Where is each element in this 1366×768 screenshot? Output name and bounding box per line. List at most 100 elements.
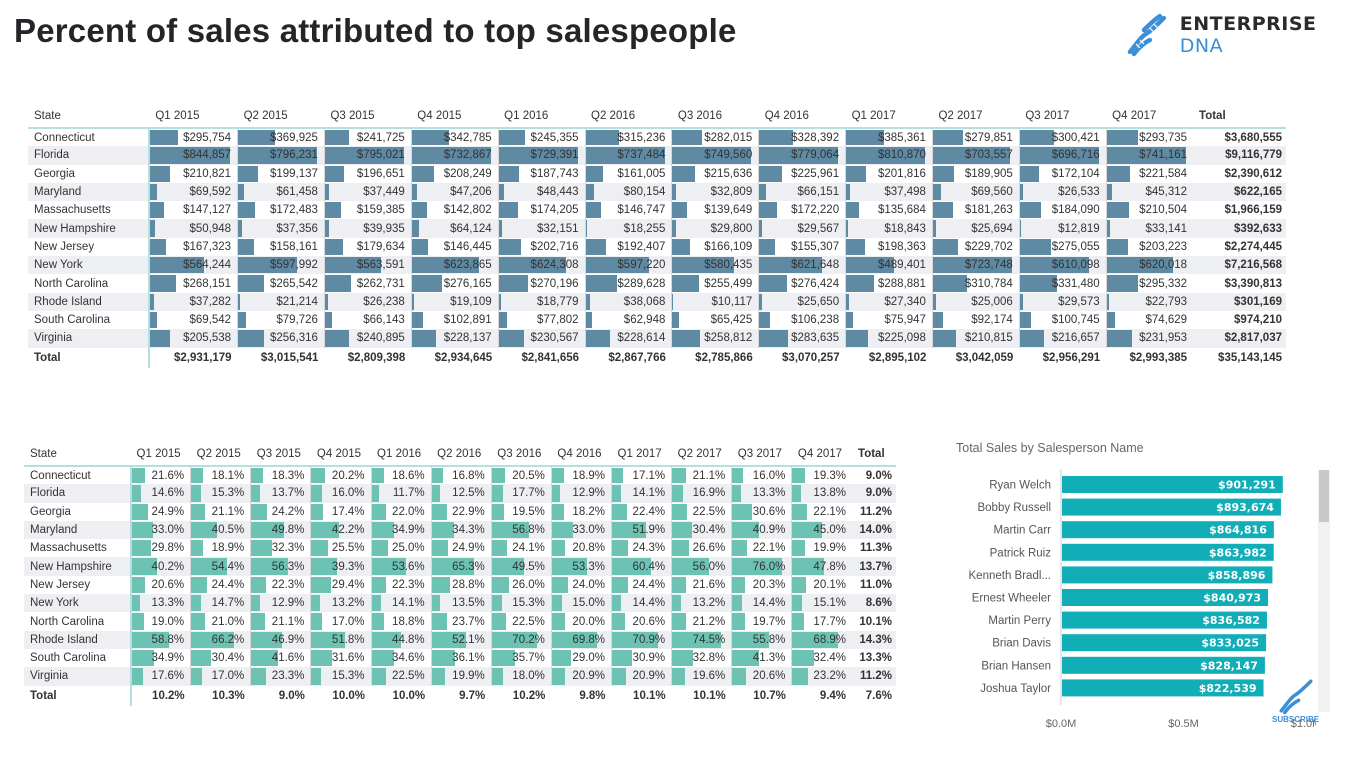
data-bar: [131, 521, 153, 539]
column-header[interactable]: Q2 2017: [672, 442, 732, 466]
value-cell: $300,421: [1018, 128, 1107, 147]
column-header[interactable]: Q3 2015: [324, 104, 411, 128]
table-row[interactable]: Virginia $205,538 $256,316 $240,895 $228,137…: [28, 329, 1286, 348]
cell-value: 65.3%: [452, 560, 485, 573]
table-row[interactable]: Georgia $210,821 $199,137 $196,651 $208,249 $…: [28, 164, 1286, 183]
cell-value: $10,117: [711, 295, 753, 308]
subscribe-button[interactable]: SUBSCRIBE: [1272, 676, 1319, 724]
column-header[interactable]: Q2 2017: [932, 104, 1019, 128]
cell-value: 51.8%: [331, 633, 365, 646]
column-header[interactable]: Q4 2016: [551, 442, 611, 466]
table-row[interactable]: Rhode Island $37,282 $21,214 $26,238 $19,109…: [28, 292, 1286, 311]
cell-value: 47.8%: [813, 560, 847, 573]
data-bar: [612, 649, 633, 667]
table-row[interactable]: South Carolina $69,542 $79,726 $66,143 $102,…: [28, 310, 1286, 330]
column-header[interactable]: Q3 2017: [1019, 104, 1106, 128]
value-cell: $489,401: [845, 256, 933, 275]
column-header[interactable]: Q4 2017: [1106, 104, 1193, 128]
table-row[interactable]: New Jersey $167,323 $158,161 $179,634 $146,4…: [28, 237, 1286, 257]
cell-value: $142,802: [443, 204, 492, 217]
table-row[interactable]: New York 13.3% 14.7% 12.9% 13.2% 14.1% 13.5% 15…: [24, 594, 896, 613]
table-row[interactable]: New Hampshire 40.2% 54.4% 56.3% 39.3% 53.6% 65…: [24, 557, 896, 576]
cell-value: 49.8%: [271, 524, 305, 537]
table-row[interactable]: Florida $844,857 $796,231 $795,021 $732,867 $…: [28, 146, 1286, 165]
table-row[interactable]: Connecticut $295,754 $369,925 $241,725 $342,…: [28, 128, 1286, 147]
column-header[interactable]: Q4 2017: [792, 442, 852, 466]
value-cell: 14.6%: [130, 484, 191, 503]
column-header[interactable]: Total: [852, 442, 896, 466]
table-row[interactable]: Virginia 17.6% 17.0% 23.3% 15.3% 22.5% 19.9% 18…: [24, 667, 896, 686]
cell-value: $225,961: [791, 167, 840, 180]
column-header-state[interactable]: State: [28, 104, 149, 128]
column-header[interactable]: Q3 2016: [672, 104, 759, 128]
data-bar: [251, 576, 266, 594]
cell-value: 29.4%: [331, 578, 365, 591]
value-cell: $597,992: [237, 256, 325, 275]
value-cell: $18,843: [845, 219, 933, 238]
column-header[interactable]: Q1 2015: [149, 104, 237, 128]
column-header[interactable]: Q1 2016: [498, 104, 585, 128]
value-cell: $696,716: [1018, 146, 1107, 165]
cell-value: 56.8%: [512, 524, 545, 537]
column-header[interactable]: Q1 2016: [371, 442, 431, 466]
data-bar: [431, 595, 441, 612]
value-cell: 68.9%: [791, 630, 853, 649]
cell-value: 13.8%: [813, 487, 847, 500]
cell-value: 17.0%: [211, 670, 245, 683]
cell-value: $844,857: [183, 149, 232, 162]
cell-value: $369,925: [269, 131, 318, 144]
table-row[interactable]: New York $564,244 $597,992 $563,591 $623,865…: [28, 256, 1286, 275]
table-row[interactable]: Connecticut 21.6% 18.1% 18.3% 20.2% 18.6% 16.8…: [24, 466, 896, 485]
column-header[interactable]: Q1 2017: [612, 442, 672, 466]
column-total: $2,934,645: [411, 347, 499, 368]
column-header[interactable]: Q3 2015: [251, 442, 311, 466]
column-header[interactable]: Q2 2015: [191, 442, 251, 466]
grand-total: 7.6%: [852, 685, 896, 706]
table-row[interactable]: South Carolina 34.9% 30.4% 41.6% 31.6% 34.6% 3…: [24, 648, 896, 668]
column-header[interactable]: Q1 2015: [131, 442, 191, 466]
value-cell: $79,726: [237, 310, 325, 330]
value-cell: 15.3%: [310, 667, 372, 686]
column-header-state[interactable]: State: [24, 442, 131, 466]
data-bar: [491, 503, 505, 520]
column-header[interactable]: Q2 2016: [431, 442, 491, 466]
column-header[interactable]: Total: [1193, 104, 1286, 128]
table-row[interactable]: Massachusetts 29.8% 18.9% 32.3% 25.5% 25.0% 24…: [24, 539, 896, 558]
cell-value: $265,542: [269, 277, 318, 290]
cell-value: $102,891: [443, 314, 492, 327]
data-bar: [672, 576, 687, 594]
value-cell: $215,636: [671, 164, 759, 183]
table-row[interactable]: Rhode Island 58.8% 66.2% 46.9% 51.8% 44.8% 52.…: [24, 630, 896, 649]
column-header[interactable]: Q2 2016: [585, 104, 672, 128]
column-header[interactable]: Q3 2017: [732, 442, 792, 466]
value-cell: $210,504: [1105, 201, 1194, 220]
category-label: Brian Davis: [992, 638, 1051, 650]
table-row[interactable]: Georgia 24.9% 21.1% 24.2% 17.4% 22.0% 22.9% 19.…: [24, 502, 896, 521]
table-row[interactable]: Massachusetts $147,127 $172,483 $159,385 $14…: [28, 201, 1286, 220]
table-row[interactable]: North Carolina $268,151 $265,542 $262,731 $2…: [28, 274, 1286, 293]
table-row[interactable]: Florida 14.6% 15.3% 13.7% 16.0% 11.7% 12.5% 17.…: [24, 484, 896, 503]
column-header[interactable]: Q4 2016: [759, 104, 846, 128]
cell-value: $21,214: [276, 295, 318, 308]
column-header[interactable]: Q4 2015: [311, 442, 371, 466]
column-header[interactable]: Q4 2015: [411, 104, 498, 128]
table-row[interactable]: New Jersey 20.6% 24.4% 22.3% 29.4% 22.3% 28.8%…: [24, 575, 896, 595]
table-row[interactable]: New Hampshire $50,948 $37,356 $39,935 $64,12…: [28, 219, 1286, 238]
value-cell: $203,223: [1105, 237, 1194, 257]
data-bar: [846, 293, 849, 310]
state-name: Georgia: [24, 502, 132, 521]
column-header[interactable]: Q2 2015: [238, 104, 325, 128]
data-bar: [846, 165, 866, 182]
column-header[interactable]: Q1 2017: [846, 104, 933, 128]
scrollbar-thumb[interactable]: [1319, 470, 1329, 522]
column-header[interactable]: Q3 2016: [491, 442, 551, 466]
cell-value: $293,735: [1139, 131, 1188, 144]
table-row[interactable]: North Carolina 19.0% 21.0% 21.1% 17.0% 18.8% 2…: [24, 612, 896, 631]
table-row[interactable]: Maryland 33.0% 40.5% 49.8% 42.2% 34.9% 34.3% 56…: [24, 520, 896, 540]
table-row[interactable]: Maryland $69,592 $61,458 $37,449 $47,206 $48,…: [28, 182, 1286, 202]
value-cell: $37,282: [148, 292, 238, 311]
cell-value: 20.6%: [151, 578, 185, 591]
data-bar: [238, 183, 245, 201]
row-total: 13.7%: [852, 557, 896, 576]
chart-scrollbar[interactable]: [1318, 470, 1330, 712]
